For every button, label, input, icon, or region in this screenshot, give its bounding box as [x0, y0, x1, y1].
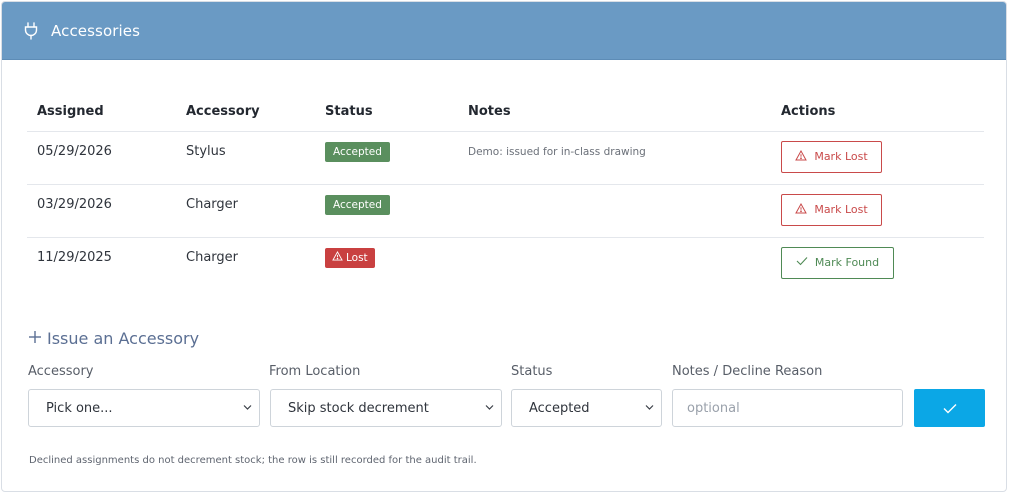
from-location-select[interactable]: Skip stock decrement	[270, 389, 502, 427]
mark-lost-label: Mark Lost	[814, 150, 868, 163]
notes-input-placeholder: optional	[687, 400, 740, 416]
table-row: 03/29/2026 Charger Accepted Mark Lost	[27, 184, 984, 238]
mark-lost-label: Mark Lost	[814, 203, 868, 216]
status-badge: Lost	[325, 247, 375, 268]
status-label: Status	[511, 364, 553, 379]
mark-lost-button[interactable]: Mark Lost	[781, 193, 882, 226]
warning-icon	[795, 202, 808, 217]
table-header-row: Assigned Accessory Status Notes Actions	[27, 92, 984, 132]
from-location-label: From Location	[269, 364, 361, 379]
check-icon	[943, 399, 957, 418]
status-badge: Accepted	[325, 141, 390, 162]
column-header-assigned: Assigned	[27, 92, 176, 132]
submit-button[interactable]	[914, 389, 985, 427]
accessory-select[interactable]: Pick one...	[28, 389, 260, 427]
accessory-label: Accessory	[28, 364, 94, 379]
footnote: Declined assignments do not decrement st…	[29, 455, 477, 466]
status-select-value: Accepted	[529, 400, 590, 416]
check-icon	[796, 256, 808, 269]
issue-accessory-heading: Issue an Accessory	[28, 329, 199, 348]
assigned-date: 11/29/2025	[37, 249, 112, 265]
row-note: Demo: issued for in-class drawing	[468, 145, 646, 158]
mark-found-button[interactable]: Mark Found	[781, 246, 894, 279]
accessory-name: Charger	[176, 184, 315, 238]
warning-icon	[795, 149, 808, 164]
accessories-table: Assigned Accessory Status Notes Actions …	[27, 92, 984, 290]
notes-input[interactable]: optional	[672, 389, 903, 427]
accessory-select-value: Pick one...	[46, 400, 113, 416]
status-badge-label: Lost	[346, 251, 368, 264]
status-badge: Accepted	[325, 194, 390, 215]
accessory-name: Stylus	[176, 131, 315, 185]
column-header-notes: Notes	[458, 92, 771, 132]
column-header-status: Status	[315, 92, 458, 132]
status-select[interactable]: Accepted	[511, 389, 662, 427]
column-header-accessory: Accessory	[176, 92, 315, 132]
plus-icon	[28, 329, 42, 348]
warning-icon	[332, 250, 343, 265]
mark-lost-button[interactable]: Mark Lost	[781, 140, 882, 173]
chevron-down-icon	[242, 402, 253, 417]
card-header: Accessories	[2, 2, 1006, 60]
from-location-select-value: Skip stock decrement	[288, 400, 429, 416]
plug-icon	[24, 21, 42, 41]
chevron-down-icon	[644, 402, 655, 417]
issue-accessory-title: Issue an Accessory	[47, 329, 200, 348]
notes-label: Notes / Decline Reason	[672, 364, 823, 379]
accessory-name: Charger	[186, 249, 238, 265]
table-row: 05/29/2026 Stylus Accepted Demo: issued …	[27, 131, 984, 185]
table-row: 11/29/2025 Charger Lost Mark Found	[27, 237, 984, 290]
assigned-date: 05/29/2026	[27, 131, 176, 185]
chevron-down-icon	[484, 402, 495, 417]
assigned-date: 03/29/2026	[27, 184, 176, 238]
mark-found-label: Mark Found	[814, 256, 880, 269]
card-title: Accessories	[51, 21, 141, 40]
accessories-card: Accessories Assigned Accessory Status No…	[1, 1, 1007, 492]
column-header-actions: Actions	[771, 92, 984, 132]
